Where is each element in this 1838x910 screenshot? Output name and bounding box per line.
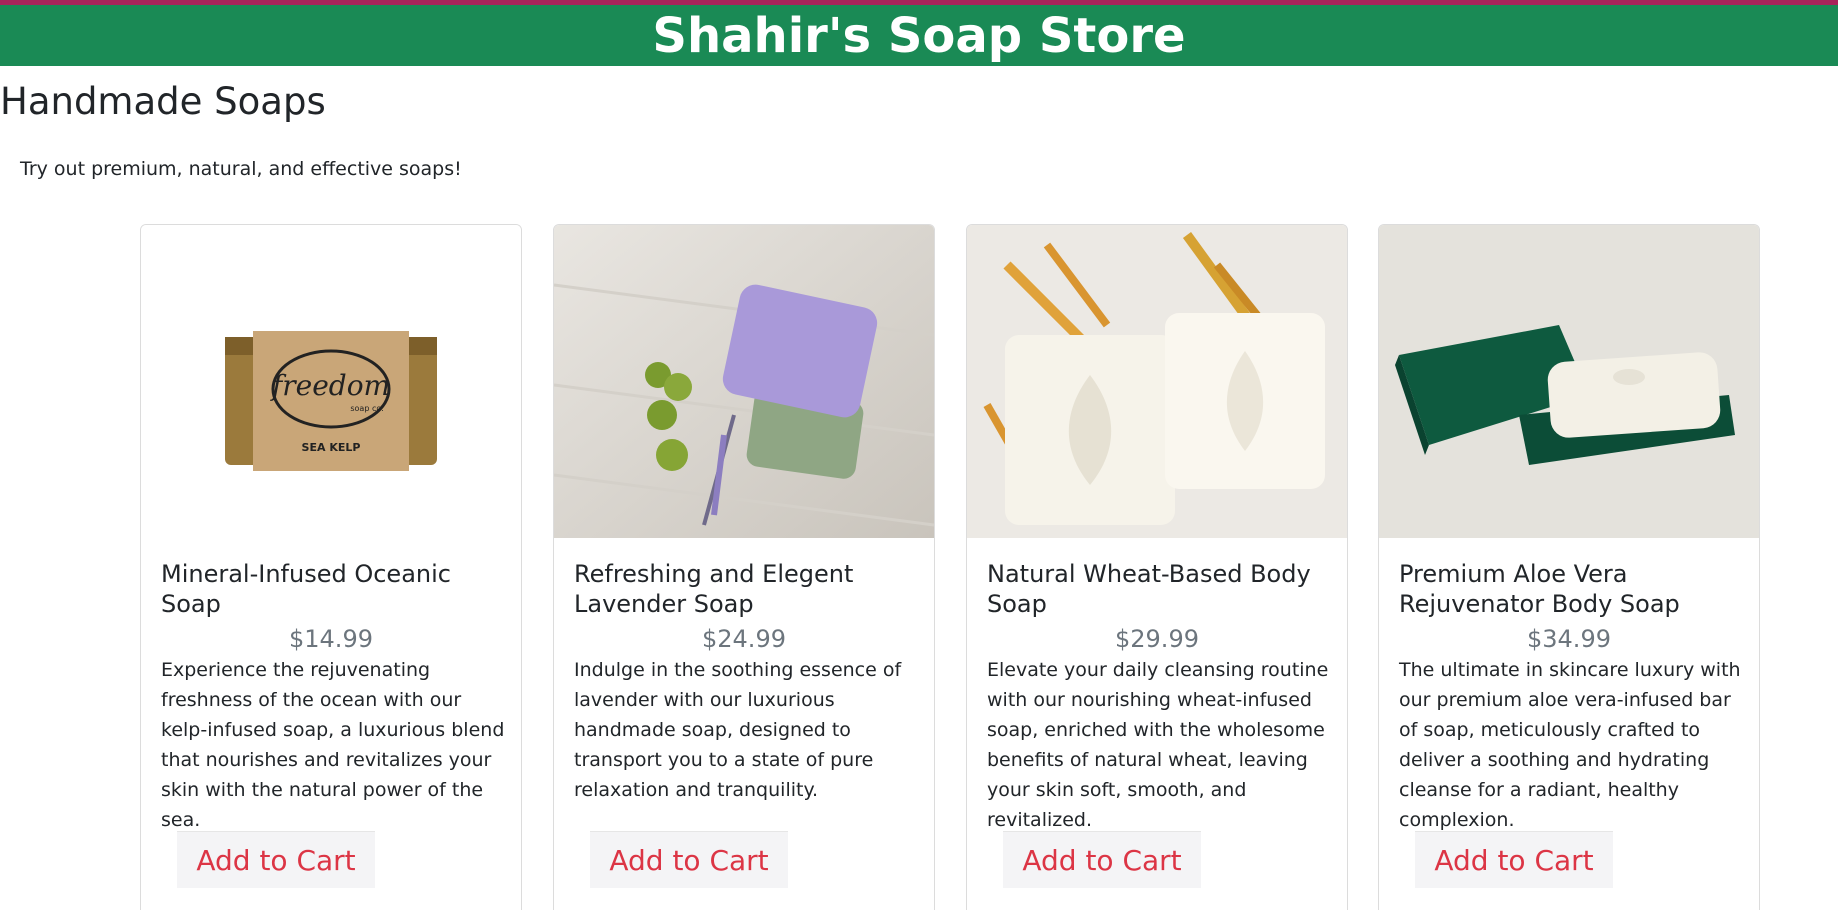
product-grid: freedom soap co. SEA KELP Mineral-Infuse… xyxy=(140,224,1760,910)
product-description: Indulge in the soothing essence of laven… xyxy=(574,659,902,801)
product-price: $14.99 xyxy=(289,625,373,653)
add-to-cart-button[interactable]: Add to Cart xyxy=(590,831,788,888)
product-title: Mineral-Infused Oceanic Soap xyxy=(161,560,451,618)
product-card-oceanic: freedom soap co. SEA KELP Mineral-Infuse… xyxy=(140,224,522,910)
product-description: Experience the rejuvenating freshness of… xyxy=(161,659,505,831)
product-description: The ultimate in skincare luxury with our… xyxy=(1399,659,1741,831)
site-header: Shahir's Soap Store xyxy=(0,5,1838,66)
product-card-wheat: Natural Wheat-Based Body Soap $29.99 Ele… xyxy=(966,224,1348,910)
add-to-cart-button[interactable]: Add to Cart xyxy=(1415,831,1613,888)
product-card-aloe: Premium Aloe Vera Rejuvenator Body Soap … xyxy=(1378,224,1760,910)
page-heading: Handmade Soaps xyxy=(0,80,326,123)
product-price: $34.99 xyxy=(1527,625,1611,653)
svg-text:SEA KELP: SEA KELP xyxy=(302,441,361,454)
product-title: Premium Aloe Vera Rejuvenator Body Soap xyxy=(1399,560,1680,618)
product-title: Natural Wheat-Based Body Soap xyxy=(987,560,1311,618)
add-to-cart-button[interactable]: Add to Cart xyxy=(177,831,375,888)
page-tagline: Try out premium, natural, and effective … xyxy=(20,158,462,180)
product-title: Refreshing and Elegent Lavender Soap xyxy=(574,560,854,618)
svg-text:freedom: freedom xyxy=(270,369,390,402)
site-title: Shahir's Soap Store xyxy=(652,7,1186,64)
product-price: $24.99 xyxy=(702,625,786,653)
svg-text:soap co.: soap co. xyxy=(350,404,383,413)
product-image-oceanic: freedom soap co. SEA KELP xyxy=(141,225,521,538)
product-image-wheat xyxy=(967,225,1347,538)
add-to-cart-button[interactable]: Add to Cart xyxy=(1003,831,1201,888)
product-card-lavender: Refreshing and Elegent Lavender Soap $24… xyxy=(553,224,935,910)
product-image-aloe xyxy=(1379,225,1759,538)
product-price: $29.99 xyxy=(1115,625,1199,653)
product-image-lavender xyxy=(554,225,934,538)
product-description: Elevate your daily cleansing routine wit… xyxy=(987,659,1329,831)
